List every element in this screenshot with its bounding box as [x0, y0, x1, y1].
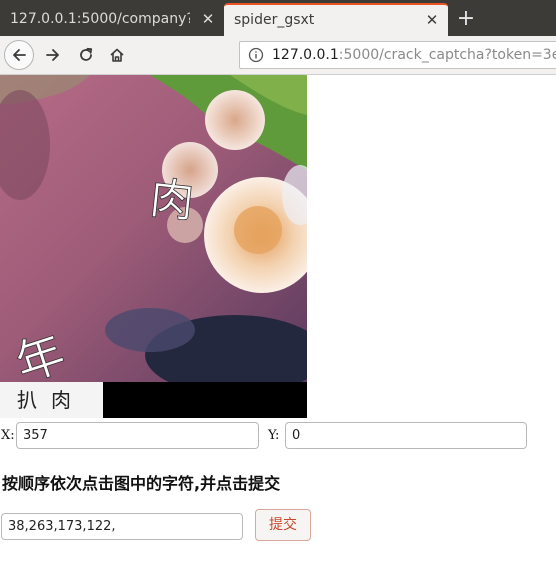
tab-title: 127.0.0.1:5000/company?co	[10, 11, 190, 27]
captcha-glyph: 肉	[147, 173, 196, 228]
back-button[interactable]	[4, 40, 34, 70]
y-input[interactable]: 0	[285, 422, 527, 449]
arrow-right-icon	[46, 49, 59, 61]
y-label: Y:	[268, 428, 280, 443]
reload-button[interactable]	[71, 40, 101, 70]
captcha-picture: 肉 年	[0, 75, 307, 382]
url-bar[interactable]: 127.0.0.1:5000/crack_captcha?token=3ebf	[239, 41, 556, 69]
info-icon[interactable]	[248, 47, 264, 63]
close-icon[interactable]: ✕	[200, 3, 216, 36]
url-text: 127.0.0.1:5000/crack_captcha?token=3ebf	[272, 42, 556, 68]
captcha-hint-bar: 扒肉	[0, 382, 307, 418]
captcha-image[interactable]: 肉 年	[0, 75, 307, 382]
coordinate-row: X: 357 Y: 0	[0, 422, 556, 449]
tab-bar: 127.0.0.1:5000/company?co ✕ spider_gsxt …	[0, 0, 556, 36]
arrow-left-icon	[13, 49, 26, 61]
x-input[interactable]: 357	[16, 422, 259, 449]
answer-input[interactable]: 38,263,173,122,	[1, 513, 243, 540]
tab-spider-gsxt[interactable]: spider_gsxt ✕	[224, 3, 448, 36]
home-icon	[110, 48, 124, 62]
submit-button[interactable]: 提交	[255, 509, 311, 541]
close-icon[interactable]: ✕	[424, 5, 440, 36]
captcha-hint-text: 扒肉	[0, 382, 103, 418]
tab-company[interactable]: 127.0.0.1:5000/company?co ✕	[0, 3, 224, 36]
reload-icon	[80, 47, 93, 61]
x-label: X:	[1, 428, 15, 443]
tab-title: spider_gsxt	[234, 12, 315, 28]
nav-bar: 127.0.0.1:5000/crack_captcha?token=3ebf	[0, 36, 556, 75]
instruction-text: 按顺序依次点击图中的字符,并点击提交	[2, 474, 281, 493]
url-path: :5000/crack_captcha?token=3ebf	[338, 47, 556, 63]
new-tab-button[interactable]: +	[454, 3, 478, 36]
url-host: 127.0.0.1	[272, 47, 339, 63]
forward-button[interactable]	[38, 40, 68, 70]
home-button[interactable]	[102, 40, 132, 70]
